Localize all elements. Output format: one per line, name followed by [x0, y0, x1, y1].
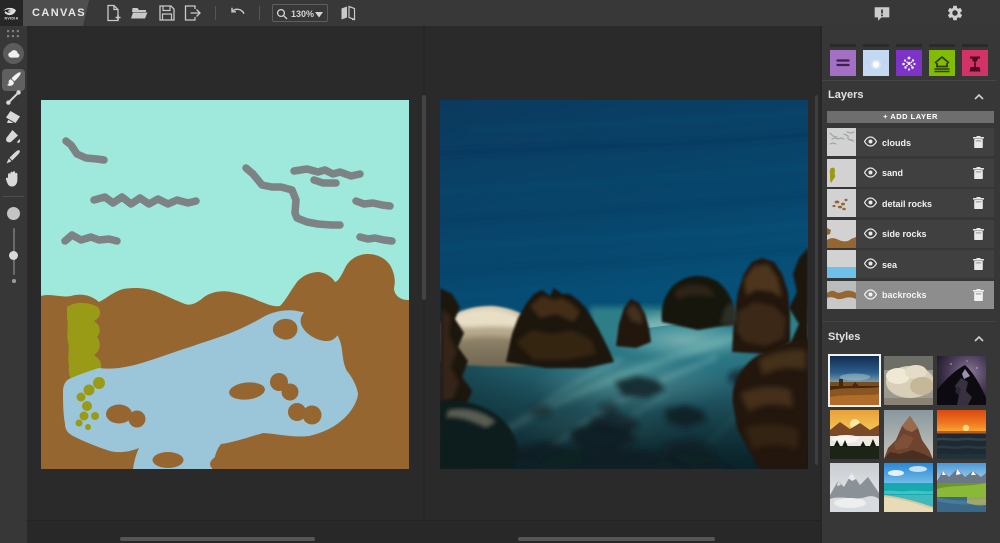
svg-text:NVIDIA: NVIDIA: [5, 17, 19, 21]
